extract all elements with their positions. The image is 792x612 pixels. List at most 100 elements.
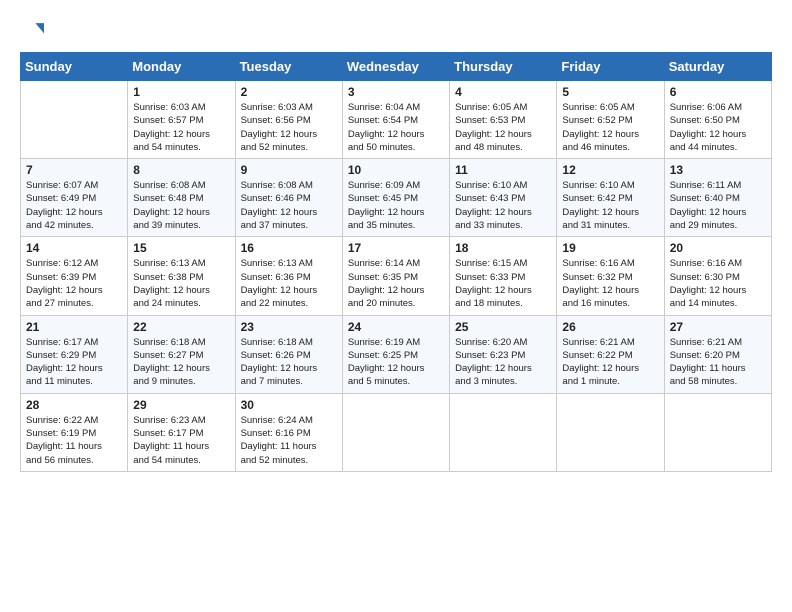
calendar-cell: 2Sunrise: 6:03 AMSunset: 6:56 PMDaylight…	[235, 81, 342, 159]
day-number: 12	[562, 163, 658, 177]
calendar-cell: 7 Sunrise: 6:07 AMSunset: 6:49 PMDaylight…	[21, 159, 128, 237]
day-info: Sunrise: 6:17 AMSunset: 6:29 PMDaylight:…	[26, 336, 122, 389]
calendar-cell: 9 Sunrise: 6:08 AMSunset: 6:46 PMDaylight…	[235, 159, 342, 237]
day-info: Sunrise: 6:18 AMSunset: 6:26 PMDaylight:…	[241, 336, 337, 389]
day-number: 8	[133, 163, 229, 177]
day-info: Sunrise: 6:08 AMSunset: 6:46 PMDaylight:…	[241, 179, 337, 232]
day-number: 28	[26, 398, 122, 412]
week-row-4: 21 Sunrise: 6:17 AMSunset: 6:29 PMDayligh…	[21, 315, 772, 393]
calendar-cell: 24 Sunrise: 6:19 AMSunset: 6:25 PMDayligh…	[342, 315, 449, 393]
day-header-friday: Friday	[557, 53, 664, 81]
calendar-cell	[557, 393, 664, 471]
day-info: Sunrise: 6:11 AMSunset: 6:40 PMDaylight:…	[670, 179, 766, 232]
calendar-cell: 26 Sunrise: 6:21 AMSunset: 6:22 PMDayligh…	[557, 315, 664, 393]
day-info: Sunrise: 6:07 AMSunset: 6:49 PMDaylight:…	[26, 179, 122, 232]
day-info: Sunrise: 6:10 AMSunset: 6:43 PMDaylight:…	[455, 179, 551, 232]
day-number: 30	[241, 398, 337, 412]
calendar-cell: 10 Sunrise: 6:09 AMSunset: 6:45 PMDayligh…	[342, 159, 449, 237]
day-number: 3	[348, 85, 444, 99]
day-number: 23	[241, 320, 337, 334]
calendar-cell: 23 Sunrise: 6:18 AMSunset: 6:26 PMDayligh…	[235, 315, 342, 393]
day-number: 18	[455, 241, 551, 255]
calendar-cell	[342, 393, 449, 471]
calendar-cell: 27 Sunrise: 6:21 AMSunset: 6:20 PMDayligh…	[664, 315, 771, 393]
header-row: SundayMondayTuesdayWednesdayThursdayFrid…	[21, 53, 772, 81]
week-row-5: 28 Sunrise: 6:22 AMSunset: 6:19 PMDayligh…	[21, 393, 772, 471]
day-info: Sunrise: 6:16 AMSunset: 6:30 PMDaylight:…	[670, 257, 766, 310]
logo-icon	[20, 18, 44, 42]
calendar-cell: 25Sunrise: 6:20 AMSunset: 6:23 PMDayligh…	[450, 315, 557, 393]
day-info: Sunrise: 6:10 AMSunset: 6:42 PMDaylight:…	[562, 179, 658, 232]
day-info: Sunrise: 6:09 AMSunset: 6:45 PMDaylight:…	[348, 179, 444, 232]
day-number: 21	[26, 320, 122, 334]
calendar-cell: 1 Sunrise: 6:03 AMSunset: 6:57 PMDaylight…	[128, 81, 235, 159]
day-number: 5	[562, 85, 658, 99]
calendar-cell: 15 Sunrise: 6:13 AMSunset: 6:38 PMDayligh…	[128, 237, 235, 315]
calendar-cell: 21 Sunrise: 6:17 AMSunset: 6:29 PMDayligh…	[21, 315, 128, 393]
day-info: Sunrise: 6:03 AMSunset: 6:57 PMDaylight:…	[133, 101, 229, 154]
day-info: Sunrise: 6:04 AMSunset: 6:54 PMDaylight:…	[348, 101, 444, 154]
day-info: Sunrise: 6:12 AMSunset: 6:39 PMDaylight:…	[26, 257, 122, 310]
day-info: Sunrise: 6:19 AMSunset: 6:25 PMDaylight:…	[348, 336, 444, 389]
day-header-wednesday: Wednesday	[342, 53, 449, 81]
day-info: Sunrise: 6:08 AMSunset: 6:48 PMDaylight:…	[133, 179, 229, 232]
day-header-monday: Monday	[128, 53, 235, 81]
day-number: 22	[133, 320, 229, 334]
week-row-2: 7 Sunrise: 6:07 AMSunset: 6:49 PMDaylight…	[21, 159, 772, 237]
day-info: Sunrise: 6:05 AMSunset: 6:52 PMDaylight:…	[562, 101, 658, 154]
calendar-cell: 18 Sunrise: 6:15 AMSunset: 6:33 PMDayligh…	[450, 237, 557, 315]
day-number: 9	[241, 163, 337, 177]
day-header-thursday: Thursday	[450, 53, 557, 81]
calendar-cell	[450, 393, 557, 471]
day-info: Sunrise: 6:22 AMSunset: 6:19 PMDaylight:…	[26, 414, 122, 467]
calendar-cell: 16Sunrise: 6:13 AMSunset: 6:36 PMDayligh…	[235, 237, 342, 315]
day-number: 27	[670, 320, 766, 334]
day-info: Sunrise: 6:24 AMSunset: 6:16 PMDaylight:…	[241, 414, 337, 467]
calendar-cell: 30 Sunrise: 6:24 AMSunset: 6:16 PMDayligh…	[235, 393, 342, 471]
day-number: 1	[133, 85, 229, 99]
calendar-cell: 22 Sunrise: 6:18 AMSunset: 6:27 PMDayligh…	[128, 315, 235, 393]
day-number: 26	[562, 320, 658, 334]
calendar-cell: 20 Sunrise: 6:16 AMSunset: 6:30 PMDayligh…	[664, 237, 771, 315]
calendar-cell: 5 Sunrise: 6:05 AMSunset: 6:52 PMDaylight…	[557, 81, 664, 159]
calendar-cell: 19Sunrise: 6:16 AMSunset: 6:32 PMDayligh…	[557, 237, 664, 315]
day-number: 6	[670, 85, 766, 99]
day-info: Sunrise: 6:21 AMSunset: 6:20 PMDaylight:…	[670, 336, 766, 389]
day-info: Sunrise: 6:23 AMSunset: 6:17 PMDaylight:…	[133, 414, 229, 467]
calendar-cell: 12 Sunrise: 6:10 AMSunset: 6:42 PMDayligh…	[557, 159, 664, 237]
calendar-cell: 11 Sunrise: 6:10 AMSunset: 6:43 PMDayligh…	[450, 159, 557, 237]
day-info: Sunrise: 6:15 AMSunset: 6:33 PMDaylight:…	[455, 257, 551, 310]
day-info: Sunrise: 6:05 AMSunset: 6:53 PMDaylight:…	[455, 101, 551, 154]
calendar-table: SundayMondayTuesdayWednesdayThursdayFrid…	[20, 52, 772, 472]
calendar-cell: 14 Sunrise: 6:12 AMSunset: 6:39 PMDayligh…	[21, 237, 128, 315]
calendar-cell: 3 Sunrise: 6:04 AMSunset: 6:54 PMDaylight…	[342, 81, 449, 159]
day-number: 14	[26, 241, 122, 255]
day-info: Sunrise: 6:18 AMSunset: 6:27 PMDaylight:…	[133, 336, 229, 389]
day-number: 13	[670, 163, 766, 177]
day-header-sunday: Sunday	[21, 53, 128, 81]
day-number: 20	[670, 241, 766, 255]
calendar-cell: 13 Sunrise: 6:11 AMSunset: 6:40 PMDayligh…	[664, 159, 771, 237]
day-info: Sunrise: 6:03 AMSunset: 6:56 PMDaylight:…	[241, 101, 337, 154]
day-number: 11	[455, 163, 551, 177]
day-number: 24	[348, 320, 444, 334]
day-info: Sunrise: 6:13 AMSunset: 6:36 PMDaylight:…	[241, 257, 337, 310]
day-number: 17	[348, 241, 444, 255]
header	[20, 18, 772, 42]
day-number: 15	[133, 241, 229, 255]
day-number: 19	[562, 241, 658, 255]
day-info: Sunrise: 6:20 AMSunset: 6:23 PMDaylight:…	[455, 336, 551, 389]
calendar-cell: 28 Sunrise: 6:22 AMSunset: 6:19 PMDayligh…	[21, 393, 128, 471]
calendar-cell: 6 Sunrise: 6:06 AMSunset: 6:50 PMDaylight…	[664, 81, 771, 159]
day-info: Sunrise: 6:06 AMSunset: 6:50 PMDaylight:…	[670, 101, 766, 154]
day-number: 29	[133, 398, 229, 412]
day-header-saturday: Saturday	[664, 53, 771, 81]
day-number: 10	[348, 163, 444, 177]
logo	[20, 18, 48, 42]
day-info: Sunrise: 6:13 AMSunset: 6:38 PMDaylight:…	[133, 257, 229, 310]
calendar-cell: 4Sunrise: 6:05 AMSunset: 6:53 PMDaylight…	[450, 81, 557, 159]
day-header-tuesday: Tuesday	[235, 53, 342, 81]
day-info: Sunrise: 6:21 AMSunset: 6:22 PMDaylight:…	[562, 336, 658, 389]
page: SundayMondayTuesdayWednesdayThursdayFrid…	[0, 0, 792, 612]
day-number: 7	[26, 163, 122, 177]
